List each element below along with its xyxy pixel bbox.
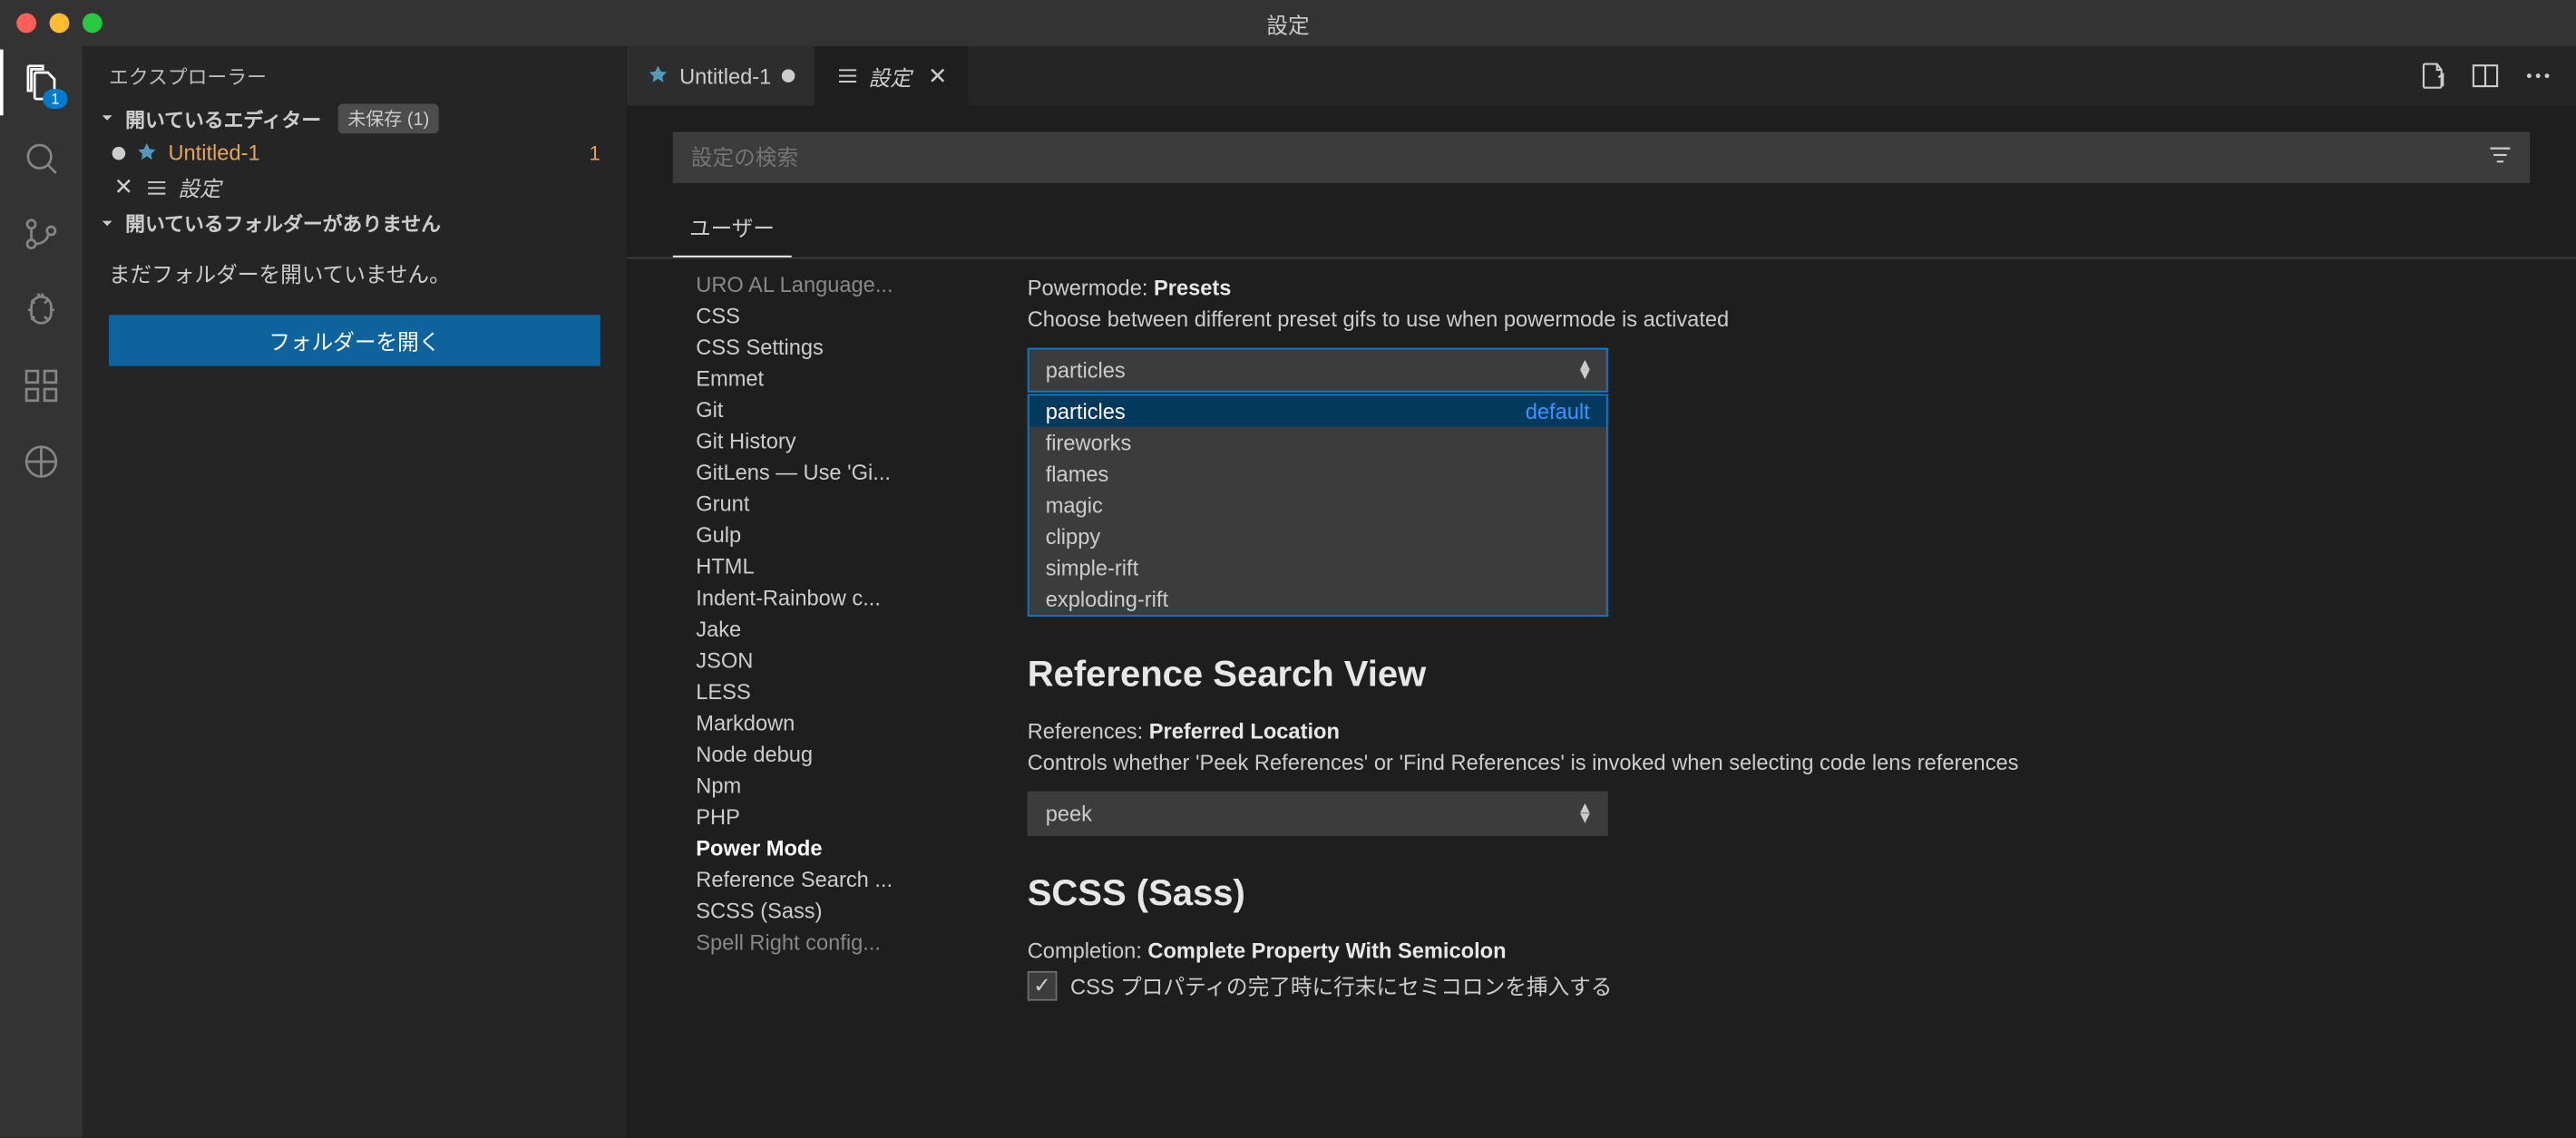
window-title: 設定: [1266, 7, 1309, 39]
explorer-badge: 1: [43, 89, 67, 109]
toc-item[interactable]: Git History: [673, 425, 978, 457]
select-arrows-icon: ▲▼: [1576, 360, 1593, 380]
filter-icon[interactable]: [2487, 141, 2513, 167]
dropdown-option[interactable]: clippy: [1029, 521, 1606, 553]
window-maximize[interactable]: [83, 14, 102, 34]
settings-search-input[interactable]: [673, 131, 2530, 182]
open-editors-header[interactable]: 開いているエディター 未保存 (1): [83, 101, 627, 137]
toc-item[interactable]: Grunt: [673, 488, 978, 520]
toc-item[interactable]: SCSS (Sass): [673, 895, 978, 927]
setting-completion-semicolon: Completion: Complete Property With Semic…: [1028, 939, 2530, 1001]
toc-item[interactable]: Reference Search ...: [673, 864, 978, 896]
window-close[interactable]: [16, 14, 36, 34]
toc-item[interactable]: Jake: [673, 613, 978, 645]
pin-icon: [647, 64, 669, 87]
dropdown-option[interactable]: particles default: [1029, 395, 1606, 427]
chevron-down-icon: [95, 107, 118, 130]
close-icon[interactable]: ✕: [112, 176, 135, 199]
no-folder-header[interactable]: 開いているフォルダーがありません: [83, 206, 627, 240]
toc-item[interactable]: PHP: [673, 802, 978, 833]
editor-name: 設定: [178, 171, 220, 203]
dropdown-option[interactable]: simple-rift: [1029, 552, 1606, 584]
setting-powermode-presets: Powermode: Presets Choose between differ…: [1028, 276, 2530, 617]
window-minimize[interactable]: [50, 14, 70, 34]
open-settings-json-icon[interactable]: [2417, 61, 2447, 91]
editor-area: Untitled-1 設定 ✕: [627, 46, 2576, 1138]
explorer-icon[interactable]: 1: [18, 59, 64, 105]
toc-item[interactable]: Npm: [673, 770, 978, 802]
toc-item[interactable]: Node debug: [673, 739, 978, 771]
pin-icon: [135, 141, 158, 163]
split-editor-icon[interactable]: [2471, 61, 2501, 91]
toc-item-power-mode[interactable]: Power Mode: [673, 832, 978, 864]
titlebar: 設定: [0, 0, 2576, 46]
toc-item[interactable]: JSON: [673, 645, 978, 676]
unsaved-dot-icon: [781, 69, 795, 83]
toc-item[interactable]: Git: [673, 394, 978, 426]
activity-bar: 1: [0, 46, 83, 1138]
toc-item[interactable]: GitLens — Use 'Gi...: [673, 457, 978, 489]
powermode-presets-dropdown: particles default fireworks flames magic…: [1028, 394, 1608, 617]
dropdown-option[interactable]: flames: [1029, 458, 1606, 490]
more-actions-icon[interactable]: [2523, 61, 2553, 91]
tab-untitled[interactable]: Untitled-1: [627, 46, 815, 105]
search-icon[interactable]: [18, 135, 64, 181]
debug-icon[interactable]: [18, 287, 64, 333]
section-heading-reference-search: Reference Search View: [1028, 653, 2530, 695]
setting-references-preferred-location: References: Preferred Location Controls …: [1028, 719, 2530, 836]
open-editor-untitled[interactable]: Untitled-1 1: [83, 137, 627, 169]
no-folder-message: まだフォルダーを開いていません。: [83, 240, 627, 305]
toc-item[interactable]: Gulp: [673, 520, 978, 551]
toc-item[interactable]: Emmet: [673, 363, 978, 394]
editor-name: Untitled-1: [168, 141, 259, 165]
editor-problem-count: 1: [590, 141, 614, 163]
source-control-icon[interactable]: [18, 211, 64, 258]
toc-item[interactable]: CSS Settings: [673, 331, 978, 363]
powermode-presets-select[interactable]: particles ▲▼: [1028, 348, 1608, 393]
tabs-row: Untitled-1 設定 ✕: [627, 46, 2576, 105]
settings-list: Powermode: Presets Choose between differ…: [978, 258, 2530, 1137]
unsaved-dot-icon: [112, 146, 126, 160]
settings-list-icon: [835, 64, 858, 87]
settings-tab-user[interactable]: ユーザー: [673, 198, 791, 257]
toc-item[interactable]: Indent-Rainbow c...: [673, 582, 978, 614]
unsaved-tag: 未保存 (1): [337, 104, 439, 134]
select-arrows-icon: ▲▼: [1576, 803, 1593, 823]
chevron-down-icon: [95, 212, 118, 235]
explorer-panel: エクスプローラー 開いているエディター 未保存 (1) Untitled-1 1…: [83, 46, 627, 1138]
toc-item[interactable]: HTML: [673, 550, 978, 582]
section-heading-scss: SCSS (Sass): [1028, 872, 2530, 915]
close-icon[interactable]: ✕: [928, 62, 947, 90]
remote-icon[interactable]: [18, 439, 64, 485]
dropdown-option[interactable]: magic: [1029, 490, 1606, 521]
explorer-title: エクスプローラー: [83, 46, 627, 101]
toc-item[interactable]: URO AL Language...: [673, 268, 978, 300]
references-location-select[interactable]: peek ▲▼: [1028, 792, 1608, 836]
toc-item[interactable]: LESS: [673, 676, 978, 707]
extensions-icon[interactable]: [18, 363, 64, 409]
open-folder-button[interactable]: フォルダーを開く: [109, 315, 600, 365]
tab-settings[interactable]: 設定 ✕: [815, 46, 969, 105]
open-editor-settings[interactable]: ✕ 設定: [83, 168, 627, 206]
settings-list-icon: [145, 176, 168, 199]
toc-item[interactable]: CSS: [673, 300, 978, 332]
completion-semicolon-checkbox[interactable]: ✓: [1028, 970, 1058, 1000]
settings-toc: URO AL Language... CSS CSS Settings Emme…: [673, 258, 978, 1137]
toc-item[interactable]: Spell Right config...: [673, 927, 978, 958]
toc-item[interactable]: Markdown: [673, 707, 978, 739]
dropdown-option[interactable]: fireworks: [1029, 427, 1606, 459]
dropdown-option[interactable]: exploding-rift: [1029, 584, 1606, 616]
